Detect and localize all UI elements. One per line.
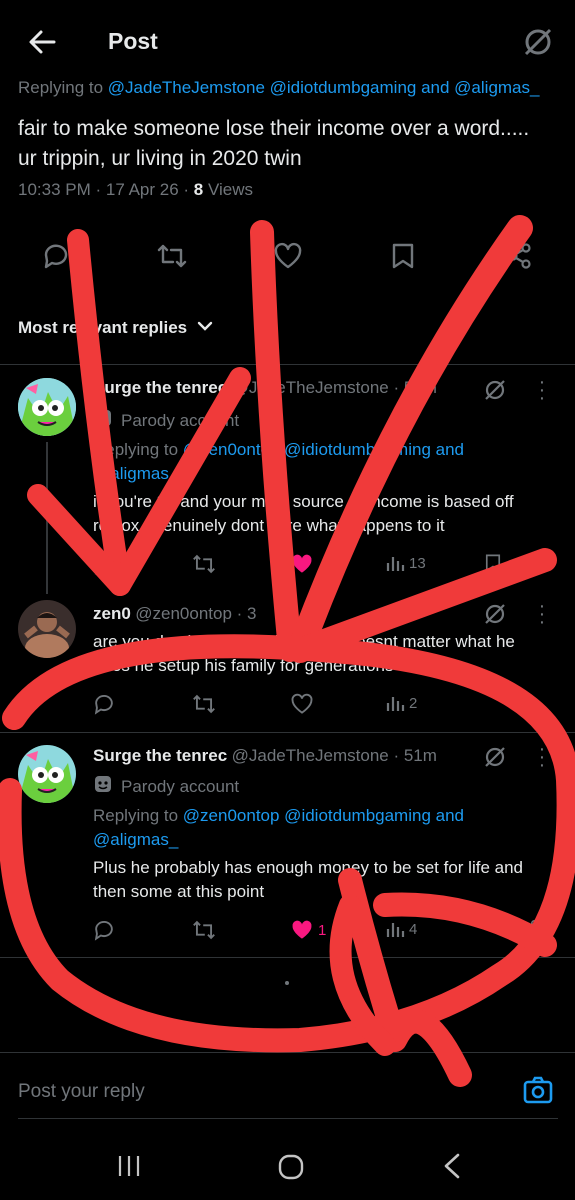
- views-button[interactable]: 2: [385, 693, 417, 713]
- bookmark-icon[interactable]: [390, 242, 416, 270]
- composer-underline: [18, 1118, 558, 1119]
- views-count: 4: [409, 920, 418, 938]
- reply-author: zen0 @zen0ontop · 3: [93, 604, 256, 624]
- reply-author: Surge the tenrec @JadeTheJemstone · 51m: [93, 746, 437, 766]
- reply-button[interactable]: [93, 693, 115, 715]
- grok-icon[interactable]: [483, 602, 507, 626]
- grok-icon[interactable]: [483, 745, 507, 769]
- handle-time: @JadeTheJemstone · 51m: [231, 378, 437, 397]
- more-icon[interactable]: · · ·: [538, 596, 546, 632]
- post-text: fair to make someone lose their income o…: [18, 117, 530, 170]
- handle-time: @zen0ontop · 3: [135, 604, 257, 623]
- chevron-down-icon: [197, 319, 213, 337]
- recent-apps-icon[interactable]: [116, 1153, 142, 1179]
- share-button[interactable]: [520, 919, 540, 939]
- views-button[interactable]: 13: [385, 553, 426, 573]
- badge-label: Parody account: [121, 776, 240, 796]
- divider: [0, 732, 575, 733]
- back-icon[interactable]: [442, 1152, 462, 1180]
- red-arrow-bottom: [338, 868, 472, 1087]
- replying-to: Replying to @JadeTheJemstone @idiotdumbg…: [18, 78, 539, 98]
- display-name[interactable]: Surge the tenrec: [93, 378, 227, 397]
- repost-button[interactable]: [192, 693, 216, 715]
- timestamp-text: 10:33 PM · 17 Apr 26 ·: [18, 180, 190, 199]
- repost-button[interactable]: [192, 553, 216, 575]
- grok-icon[interactable]: [483, 378, 507, 402]
- sort-label: Most relevant replies: [18, 318, 188, 337]
- avatar[interactable]: [18, 745, 76, 803]
- replying-to-users[interactable]: @JadeTheJemstone @idiotdumbgaming and @a…: [108, 78, 540, 97]
- avatar[interactable]: [18, 378, 76, 436]
- views-button[interactable]: 4: [385, 919, 417, 939]
- like-count: 1: [318, 921, 327, 939]
- reply-icon[interactable]: [42, 242, 70, 270]
- reply-author: Surge the tenrec @JadeTheJemstone · 51m: [93, 378, 437, 398]
- mask-icon: [93, 774, 113, 799]
- divider: [0, 364, 575, 365]
- replying-to-label: Replying to: [18, 78, 104, 97]
- mask-icon: [93, 408, 113, 433]
- page-title: Post: [108, 28, 158, 54]
- replying-to: Replying to @zen0ontop @idiotdumbgaming …: [93, 438, 533, 486]
- bookmark-button[interactable]: [484, 553, 502, 573]
- reply-text: are you dumb? he's a millionaire, doesnt…: [93, 632, 515, 675]
- divider: [0, 957, 575, 958]
- post-timestamp: 10:33 PM · 17 Apr 26 · 8 Views: [18, 180, 253, 200]
- like-button[interactable]: [290, 553, 314, 575]
- like-button[interactable]: 1: [290, 919, 326, 941]
- parody-badge: Parody account: [93, 774, 239, 799]
- handle-time: @JadeTheJemstone · 51m: [231, 746, 437, 765]
- parody-badge: Parody account: [93, 408, 239, 433]
- views-count: 2: [409, 694, 418, 712]
- reply-text: Plus he probably has enough money to be …: [93, 858, 524, 901]
- back-arrow-icon[interactable]: [28, 28, 56, 56]
- loading-indicator: [285, 981, 289, 985]
- reply-button[interactable]: [93, 919, 115, 941]
- like-button[interactable]: [290, 693, 314, 715]
- views-label: Views: [207, 180, 254, 199]
- repost-button[interactable]: [192, 919, 216, 941]
- grok-icon[interactable]: [522, 26, 554, 58]
- divider: [0, 1052, 575, 1053]
- camera-icon[interactable]: [522, 1075, 554, 1105]
- reply-text: if you're 30 and your main source of inc…: [93, 492, 514, 535]
- avatar[interactable]: [18, 600, 76, 658]
- reply-button[interactable]: [93, 553, 115, 575]
- replying-to-label: Replying to: [93, 440, 179, 459]
- replying-to: Replying to @zen0ontop @idiotdumbgaming …: [93, 804, 533, 852]
- more-icon[interactable]: · · ·: [538, 372, 546, 408]
- replying-to-label: Replying to: [93, 806, 179, 825]
- sort-dropdown[interactable]: Most relevant replies: [18, 318, 213, 338]
- red-arrow-bottom-tail: [329, 894, 396, 1056]
- display-name[interactable]: Surge the tenrec: [93, 746, 227, 765]
- more-icon[interactable]: · · ·: [538, 739, 546, 775]
- reply-input[interactable]: Post your reply: [18, 1081, 145, 1103]
- badge-label: Parody account: [121, 410, 240, 430]
- share-icon[interactable]: [506, 242, 534, 270]
- like-icon[interactable]: [273, 242, 303, 270]
- views-count: 8: [193, 180, 204, 199]
- thread-line: [46, 442, 48, 594]
- repost-icon[interactable]: [157, 242, 187, 270]
- views-count: 13: [409, 554, 426, 572]
- display-name[interactable]: zen0: [93, 604, 131, 623]
- home-icon[interactable]: [277, 1153, 305, 1181]
